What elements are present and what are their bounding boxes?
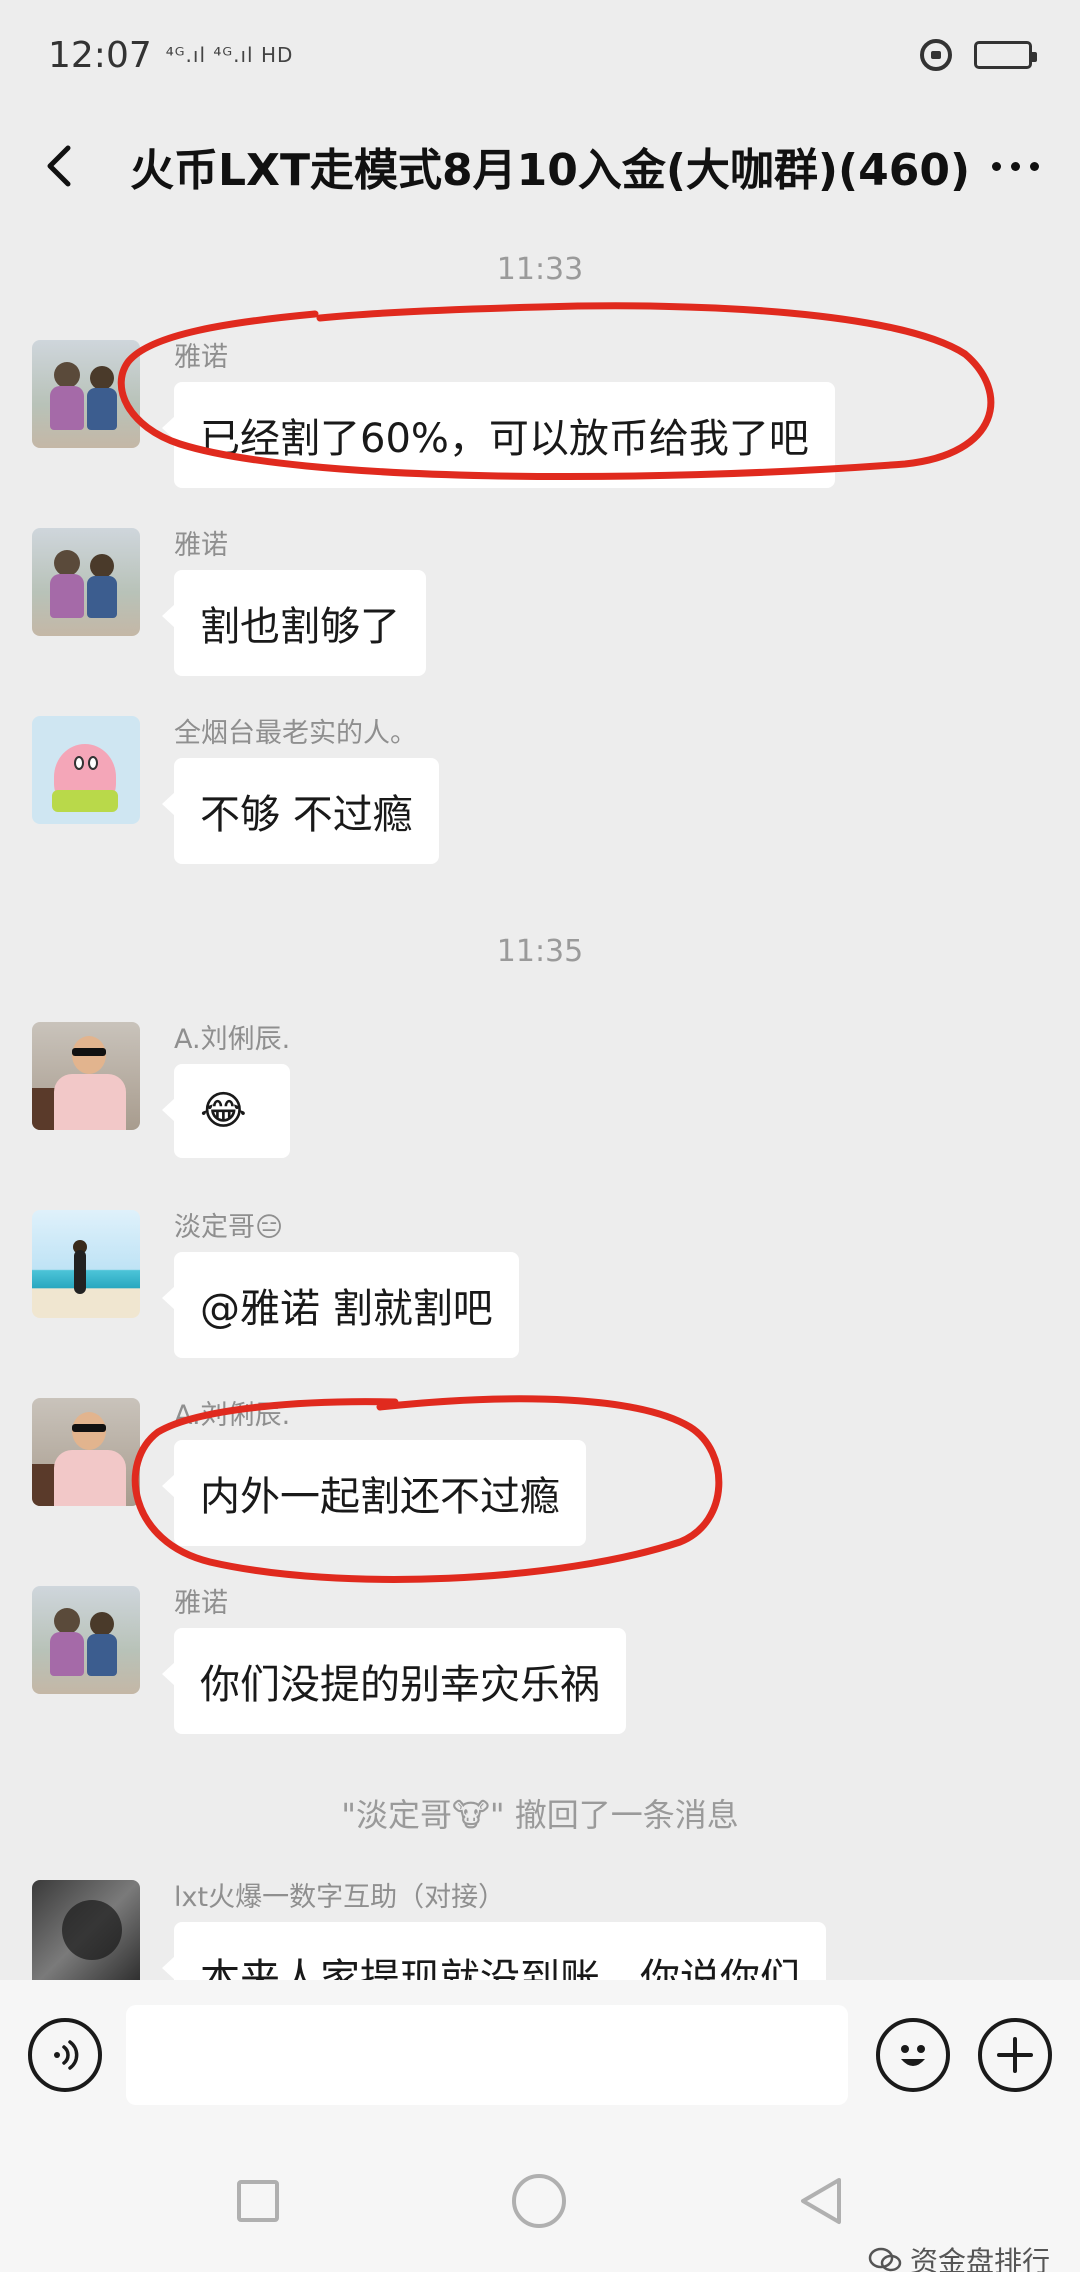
sender-name: 全烟台最老实的人。 bbox=[174, 718, 417, 749]
avatar[interactable] bbox=[32, 340, 140, 448]
avatar[interactable] bbox=[32, 1880, 140, 1980]
message-item: 淡定哥😑 @雅诺 割就割吧 bbox=[32, 1210, 519, 1358]
status-bar: 12:07 ⁴ᴳ.ıl ⁴ᴳ.ıl HD bbox=[0, 0, 1080, 110]
recall-notice: "淡定哥🐮" 撤回了一条消息 bbox=[341, 1796, 739, 1834]
message-list[interactable]: 11:33 雅诺 已经割了60%，可以放币给我了吧 雅诺 割也割够了 全烟台最老… bbox=[0, 222, 1080, 1980]
message-bubble[interactable]: 不够 不过瘾 bbox=[162, 758, 439, 864]
triangle-back-icon[interactable] bbox=[799, 2176, 843, 2226]
message-bubble[interactable]: 本来人家提现就没到账，你说你们 bbox=[162, 1922, 826, 1980]
avatar[interactable] bbox=[32, 1398, 140, 1506]
status-left: 12:07 ⁴ᴳ.ıl ⁴ᴳ.ıl HD bbox=[48, 35, 293, 76]
message-bubble[interactable]: 已经割了60%，可以放币给我了吧 bbox=[162, 382, 835, 488]
message-bubble[interactable]: 你们没提的别幸灾乐祸 bbox=[162, 1628, 626, 1734]
time-divider: 11:35 bbox=[496, 934, 584, 969]
message-item: A.刘俐辰. 内外一起割还不过瘾 bbox=[32, 1398, 586, 1546]
emoji-icon[interactable] bbox=[876, 2018, 950, 2092]
watermark-text: 资金盘排行 bbox=[909, 2245, 1050, 2272]
avatar[interactable] bbox=[32, 1586, 140, 1694]
message-bubble[interactable]: 😂 bbox=[161, 1064, 291, 1158]
avatar[interactable] bbox=[32, 528, 140, 636]
title-bar: 火币LXT走模式8月10入金(大咖群)(460) bbox=[0, 110, 1080, 222]
circle-home-icon[interactable] bbox=[511, 2174, 566, 2228]
plus-icon[interactable] bbox=[978, 2018, 1052, 2092]
status-time: 12:07 bbox=[48, 34, 152, 76]
sender-name: 雅诺 bbox=[174, 1588, 228, 1619]
message-item: lxt火爆一数字互助（对接） 本来人家提现就没到账，你说你们 bbox=[32, 1880, 826, 1980]
sender-name: 淡定哥😑 bbox=[174, 1212, 284, 1243]
message-item: 雅诺 已经割了60%，可以放币给我了吧 bbox=[32, 340, 835, 488]
message-item: A.刘俐辰. 😂 bbox=[32, 1022, 291, 1158]
avatar[interactable] bbox=[32, 716, 140, 824]
message-item: 雅诺 割也割够了 bbox=[32, 528, 426, 676]
message-bubble[interactable]: @雅诺 割就割吧 bbox=[162, 1252, 519, 1358]
status-right bbox=[920, 39, 1037, 71]
sender-name: A.刘俐辰. bbox=[174, 1024, 291, 1055]
signal-indicator: ⁴ᴳ.ıl ⁴ᴳ.ıl HD bbox=[165, 43, 294, 67]
sender-name: A.刘俐辰. bbox=[174, 1400, 291, 1431]
avatar[interactable] bbox=[32, 1210, 140, 1318]
square-recent-icon[interactable] bbox=[236, 2180, 279, 2222]
back-chevron-icon[interactable] bbox=[30, 136, 90, 196]
lock-rotation-icon bbox=[920, 39, 952, 71]
sender-name: lxt火爆一数字互助（对接） bbox=[174, 1882, 506, 1913]
message-input[interactable] bbox=[126, 2005, 848, 2105]
message-bubble[interactable]: 内外一起割还不过瘾 bbox=[162, 1440, 586, 1546]
message-item: 全烟台最老实的人。 不够 不过瘾 bbox=[32, 716, 439, 864]
time-divider: 11:33 bbox=[496, 252, 584, 287]
watermark: 资金盘排行 bbox=[868, 2240, 1050, 2272]
input-bar bbox=[0, 1980, 1080, 2130]
battery-icon bbox=[974, 41, 1037, 69]
more-dots-icon[interactable] bbox=[980, 136, 1050, 196]
sender-name: 雅诺 bbox=[174, 342, 228, 373]
message-item: 雅诺 你们没提的别幸灾乐祸 bbox=[32, 1586, 626, 1734]
avatar[interactable] bbox=[32, 1022, 140, 1130]
wechat-icon bbox=[868, 2247, 902, 2272]
message-bubble[interactable]: 割也割够了 bbox=[162, 570, 426, 676]
chat-title: 火币LXT走模式8月10入金(大咖群)(460) bbox=[130, 145, 971, 196]
voice-icon[interactable] bbox=[28, 2018, 102, 2092]
sender-name: 雅诺 bbox=[174, 530, 228, 561]
